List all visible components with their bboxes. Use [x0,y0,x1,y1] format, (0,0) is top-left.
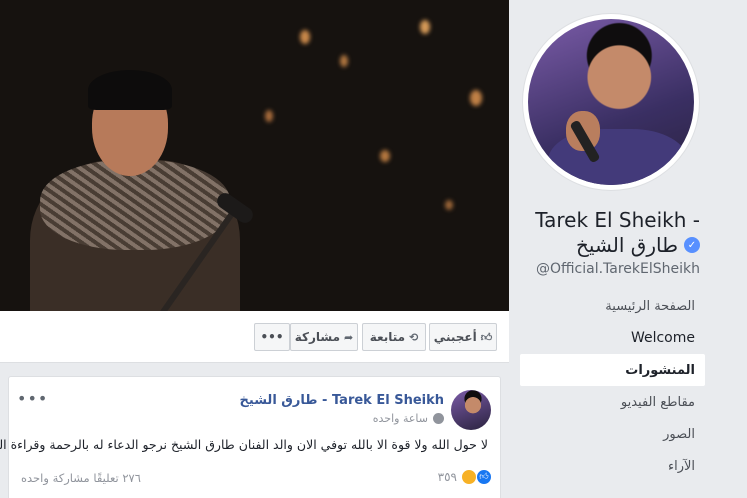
post-author-name[interactable]: طارق الشيخ - Tarek El Sheikh [240,393,444,408]
like-label: أعجبني [433,330,477,344]
share-label: مشاركة [294,330,341,344]
post-timestamp-row: ساعة واحده [373,412,444,425]
page-name-arabic-row: طارق الشيخ ✓ [576,233,700,257]
post-text: لا حول الله ولا قوة الا بالله توفي الان … [0,437,488,452]
like-reaction-icon: 👍︎ [476,469,492,485]
rss-icon: ⟲ [409,330,419,344]
nav-item-home[interactable]: الصفحة الرئيسية [520,290,705,322]
more-label: ••• [260,330,284,344]
page-name-latin: Tarek El Sheikh - [535,208,700,232]
verified-badge-icon: ✓ [684,237,700,253]
cover-photo[interactable] [0,0,509,311]
more-options-button[interactable]: ••• [254,323,290,351]
nav-item-welcome[interactable]: Welcome [520,322,705,354]
reactions-summary[interactable]: ٣٥٩ 👍︎ [438,469,492,485]
post-card: ••• طارق الشيخ - Tarek El Sheikh ساعة وا… [0,376,501,498]
page-action-bar: ••• مشاركة ➦ متابعة ⟲ أعجبني 👍︎ [0,311,509,363]
singer-figure [30,40,256,311]
nav-item-videos[interactable]: مقاطع الفيديو [520,386,705,418]
share-button[interactable]: مشاركة ➦ [290,323,358,351]
follow-button[interactable]: متابعة ⟲ [362,323,426,351]
page-handle[interactable]: @Official.TarekElSheikh [536,261,700,277]
comments-shares-count[interactable]: ٢٧٦ تعليقًا مشاركة واحده [21,471,141,485]
profile-picture[interactable] [523,14,699,190]
post-author-avatar[interactable] [451,390,491,430]
follow-label: متابعة [369,330,406,344]
nav-item-posts[interactable]: المنشورات [520,354,705,386]
like-page-button[interactable]: أعجبني 👍︎ [429,323,497,351]
page-name-arabic: طارق الشيخ [576,233,678,257]
post-options-button[interactable]: ••• [17,389,48,408]
nav-item-reviews[interactable]: الآراء [520,450,705,482]
reactions-count: ٣٥٩ [437,470,457,484]
share-icon: ➦ [344,330,354,344]
thumbs-up-icon: 👍︎ [480,330,493,344]
page-nav: الصفحة الرئيسية Welcome المنشورات مقاطع … [520,290,705,482]
post-time[interactable]: ساعة واحده [373,412,428,425]
nav-item-photos[interactable]: الصور [520,418,705,450]
sad-reaction-icon [461,469,477,485]
page-sidebar: Tarek El Sheikh - طارق الشيخ ✓ @Official… [509,0,747,498]
globe-icon [433,413,444,424]
